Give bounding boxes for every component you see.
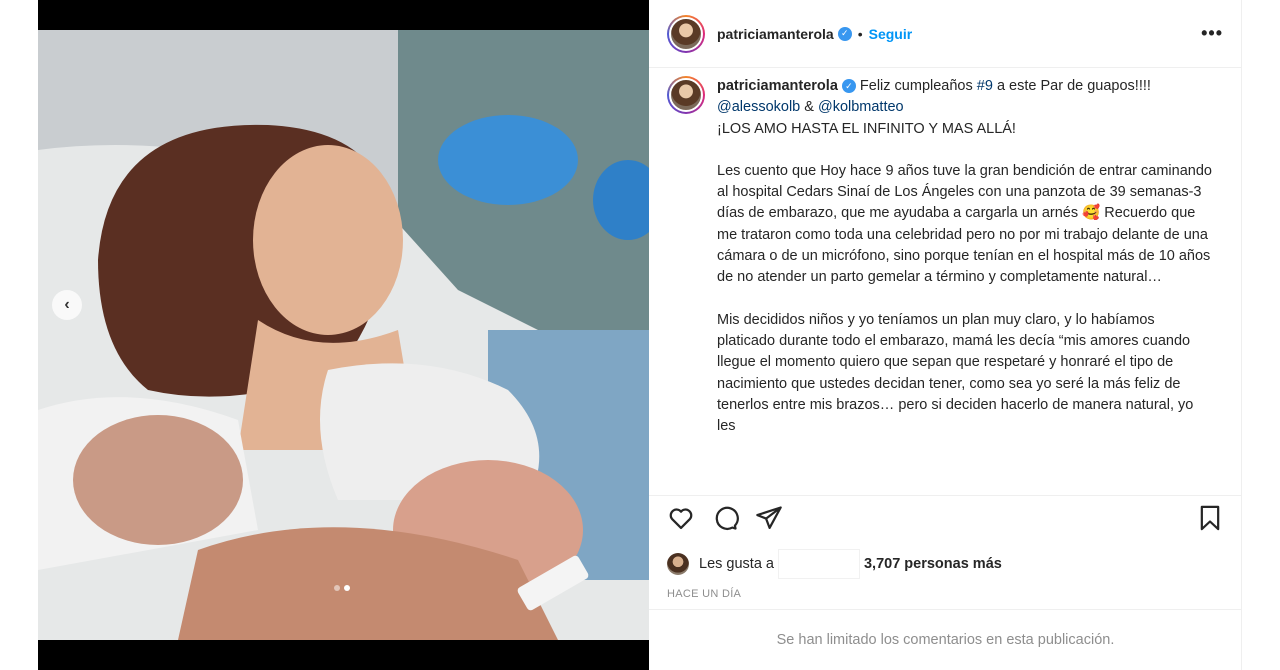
- likes-prefix: Les gusta a: [699, 556, 774, 572]
- likes-count[interactable]: 3,707 personas más: [864, 556, 1002, 572]
- post-header: patriciamanterola ✓ • Seguir •••: [649, 0, 1241, 68]
- carousel-indicator: [334, 585, 350, 591]
- caption-text: patriciamanterola ✓ Feliz cumpleaños #9 a…: [717, 76, 1212, 483]
- carousel-dot: [334, 585, 340, 591]
- chevron-left-icon: ‹: [64, 296, 70, 313]
- post-photo[interactable]: [38, 30, 649, 640]
- caption-line1: Feliz cumpleaños: [855, 78, 977, 94]
- bookmark-icon[interactable]: [1196, 504, 1224, 532]
- verified-badge-icon: ✓: [841, 79, 856, 94]
- separator: •: [857, 25, 863, 42]
- post-media: ‹: [38, 0, 649, 670]
- post-timestamp[interactable]: HACE UN DÍA: [667, 588, 741, 600]
- caption-paragraph: Mis decididos niños y yo teníamos un pla…: [717, 311, 1194, 435]
- author-avatar[interactable]: [667, 14, 705, 53]
- verified-badge-icon: ✓: [837, 26, 852, 41]
- action-bar: [649, 495, 1242, 539]
- comments-limited-notice: Se han limitado los comentarios en esta …: [649, 609, 1242, 670]
- mention-link[interactable]: @alessokolb: [717, 99, 800, 115]
- caption-area: patriciamanterola ✓ Feliz cumpleaños #9 a…: [649, 68, 1241, 483]
- follow-button[interactable]: Seguir: [869, 26, 913, 42]
- more-options-icon[interactable]: •••: [1201, 23, 1223, 44]
- redacted-username: [777, 549, 860, 579]
- share-icon[interactable]: [755, 504, 783, 532]
- mention-link[interactable]: @kolbmatteo: [818, 99, 904, 115]
- likes-summary: Les gusta a 3,707 personas más: [667, 549, 1002, 579]
- hashtag-link[interactable]: #9: [977, 78, 993, 94]
- caption-avatar[interactable]: [667, 76, 705, 114]
- author-username[interactable]: patriciamanterola: [717, 26, 834, 42]
- carousel-prev-button[interactable]: ‹: [52, 290, 82, 320]
- liker-avatar[interactable]: [667, 553, 689, 575]
- photo-illustration: [38, 30, 649, 640]
- caption-line1-rest: a este Par de guapos!!!!: [992, 78, 1151, 94]
- carousel-dot-active: [344, 585, 350, 591]
- heart-icon[interactable]: [667, 504, 695, 532]
- post-side-panel: patriciamanterola ✓ • Seguir ••• patrici…: [649, 0, 1242, 670]
- comment-icon[interactable]: [711, 504, 739, 532]
- caption-line2: ¡LOS AMO HASTA EL INFINITO Y MAS ALLÁ!: [717, 120, 1016, 137]
- caption-amp: &: [800, 99, 818, 116]
- caption-username[interactable]: patriciamanterola: [717, 78, 838, 94]
- caption-paragraph: Les cuento que Hoy hace 9 años tuve la g…: [717, 162, 1212, 286]
